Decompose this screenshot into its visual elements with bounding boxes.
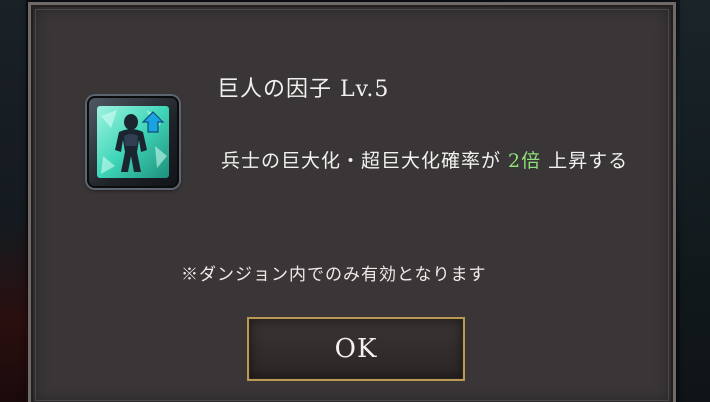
item-icon-frame: [87, 96, 179, 188]
giant-factor-icon: [97, 106, 169, 178]
description-highlight: 2倍: [508, 150, 542, 172]
item-description: 兵士の巨大化・超巨大化確率が 2倍 上昇する: [221, 147, 661, 175]
background-left: [0, 0, 26, 402]
ok-button[interactable]: OK: [247, 317, 465, 381]
dungeon-only-note: ※ダンジョン内でのみ有効となります: [181, 265, 487, 285]
background-right: [680, 0, 710, 402]
description-text-end: 上昇する: [541, 150, 629, 172]
game-scene: 巨人の因子 Lv.5 兵士の巨大化・超巨大化確率が 2倍 上昇する ※ダンジョン…: [0, 0, 710, 402]
description-text: 兵士の巨大化・超巨大化確率が: [221, 150, 509, 172]
item-title: 巨人の因子 Lv.5: [217, 77, 390, 102]
item-info-dialog: 巨人の因子 Lv.5 兵士の巨大化・超巨大化確率が 2倍 上昇する ※ダンジョン…: [28, 2, 676, 402]
ok-button-label: OK: [334, 334, 378, 364]
